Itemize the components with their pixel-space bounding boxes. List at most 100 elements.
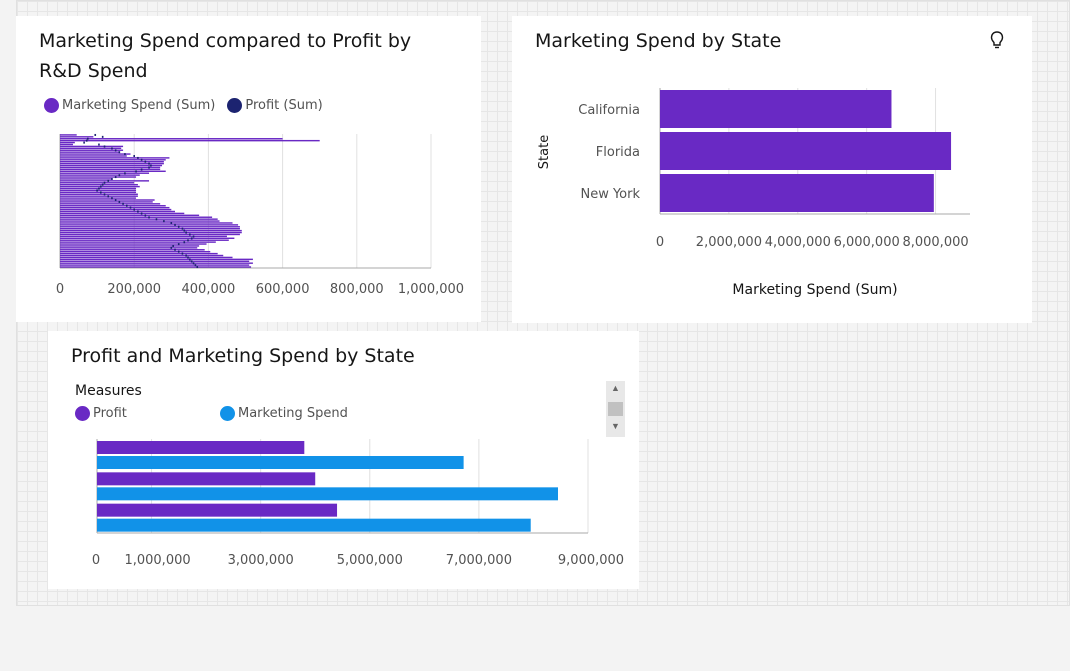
bar xyxy=(660,174,934,212)
y-tick-label: New York xyxy=(580,187,640,202)
marketing-bar xyxy=(60,199,155,201)
profit-point xyxy=(144,160,147,163)
marketing-bar xyxy=(60,241,216,243)
profit-point xyxy=(94,133,97,136)
x-tick-label: 0 xyxy=(92,553,100,568)
x-tick-label: 800,000 xyxy=(330,282,384,297)
marketing-bar xyxy=(60,203,161,205)
marketing-bar xyxy=(60,166,161,169)
marketing-bar xyxy=(60,220,220,222)
marketing-bar xyxy=(60,224,239,226)
profit-point xyxy=(185,231,187,234)
marketing-bar xyxy=(60,182,135,184)
marketing-bar xyxy=(60,262,253,264)
marketing-bar xyxy=(60,155,127,157)
profit-point xyxy=(111,177,113,180)
profit-point xyxy=(192,235,195,238)
profit-point xyxy=(98,187,100,190)
bar xyxy=(660,90,892,128)
profit-point xyxy=(125,204,128,207)
marketing-bar xyxy=(97,456,464,469)
profit-point xyxy=(150,164,152,167)
profit-point xyxy=(148,166,150,169)
profit-point xyxy=(189,233,191,236)
marketing-bar xyxy=(60,134,77,136)
marketing-bar xyxy=(60,212,185,215)
marketing-bar xyxy=(60,231,242,234)
marketing-bar xyxy=(60,250,211,253)
profit-point xyxy=(133,155,135,158)
marketing-bar xyxy=(60,174,140,176)
profit-point xyxy=(170,222,173,225)
profit-point xyxy=(118,151,121,154)
x-tick-label: 2,000,000 xyxy=(696,235,762,250)
marketing-bar xyxy=(60,243,207,245)
marketing-bar xyxy=(60,252,218,255)
profit-point xyxy=(181,252,184,255)
x-tick-label: 8,000,000 xyxy=(902,235,968,250)
profit-point xyxy=(174,223,176,226)
profit-point xyxy=(192,262,195,265)
profit-point xyxy=(140,158,143,161)
marketing-bar xyxy=(60,141,75,144)
profit-point xyxy=(124,172,126,175)
marketing-bar xyxy=(60,185,140,188)
marketing-bar xyxy=(60,239,229,241)
profit-point xyxy=(118,174,121,177)
marketing-bar xyxy=(60,145,124,148)
profit-point xyxy=(129,206,132,209)
marketing-bar xyxy=(60,168,161,171)
profit-point xyxy=(183,229,186,232)
chart-plot-marketing-by-state[interactable]: 0 2,000,000 4,000,000 6,000,000 8,000,000 Cal… xyxy=(512,16,1032,323)
y-axis-title: State xyxy=(537,135,552,169)
marketing-bar xyxy=(60,151,120,153)
profit-point xyxy=(177,250,180,253)
profit-point xyxy=(177,225,180,228)
marketing-bar xyxy=(60,183,138,186)
marketing-bar xyxy=(60,189,137,192)
profit-bar xyxy=(97,503,338,517)
chart-card-marketing-vs-profit[interactable]: Marketing Spend compared to Profit by R&… xyxy=(16,16,481,322)
profit-point xyxy=(170,246,173,249)
marketing-bar xyxy=(97,487,558,501)
x-tick-label: 0 xyxy=(56,282,64,297)
profit-point xyxy=(103,193,106,196)
marketing-bar xyxy=(60,235,227,238)
marketing-bar xyxy=(60,233,240,236)
marketing-bar xyxy=(60,170,166,173)
x-tick-label: 3,000,000 xyxy=(228,553,294,568)
marketing-bar xyxy=(60,214,200,217)
profit-point xyxy=(101,135,104,138)
chart-plot-marketing-vs-profit[interactable]: 0 200,000 400,000 600,000 800,000 1,000,000 xyxy=(16,16,481,322)
profit-point xyxy=(172,244,174,247)
marketing-bar xyxy=(60,197,137,199)
profit-point xyxy=(187,239,189,242)
profit-point xyxy=(107,179,110,182)
chart-plot-profit-and-marketing[interactable]: 0 1,000,000 3,000,000 5,000,000 7,000,000 9,0… xyxy=(48,331,639,589)
profit-point xyxy=(190,237,193,240)
profit-point xyxy=(101,183,104,186)
x-tick-label: 1,000,000 xyxy=(124,553,190,568)
marketing-bar xyxy=(60,201,153,203)
marketing-bar xyxy=(60,187,137,190)
x-tick-label: 4,000,000 xyxy=(765,235,831,250)
marketing-bar xyxy=(60,138,283,140)
marketing-bar xyxy=(60,205,166,207)
y-tick-label: California xyxy=(578,103,640,118)
profit-point xyxy=(98,143,100,146)
marketing-bar xyxy=(60,208,172,211)
profit-point xyxy=(177,243,180,246)
chart-card-marketing-by-state[interactable]: Marketing Spend by State 0 2,000,000 4,000… xyxy=(512,16,1032,323)
profit-point xyxy=(140,212,143,215)
profit-point xyxy=(194,264,197,267)
marketing-bar xyxy=(60,229,242,232)
marketing-bar xyxy=(60,249,205,251)
profit-point xyxy=(183,241,186,244)
marketing-bar xyxy=(60,260,250,262)
profit-point xyxy=(118,200,121,203)
profit-point xyxy=(114,199,117,202)
x-tick-label: 6,000,000 xyxy=(834,235,900,250)
marketing-bar xyxy=(60,161,164,163)
profit-point xyxy=(111,197,113,200)
chart-card-profit-and-marketing[interactable]: Profit and Marketing Spend by State Meas… xyxy=(48,331,639,589)
